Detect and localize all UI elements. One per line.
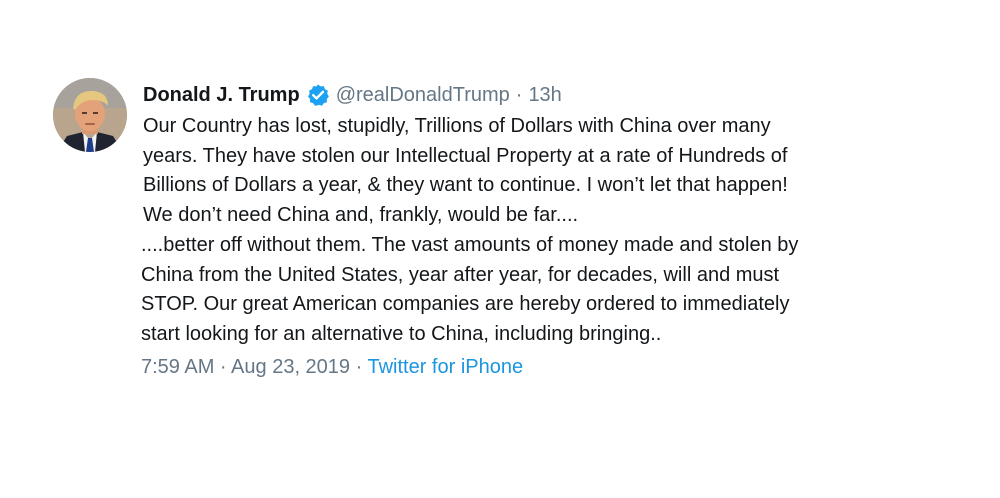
header-separator: · — [515, 83, 523, 106]
tweet-text-line: Our Country has lost, stupidly, Trillion… — [143, 115, 771, 137]
tweet-text-line: We don’t need China and, frankly, would … — [143, 203, 579, 226]
tweet-text-line: STOP. Our great American companies are h… — [141, 293, 790, 315]
tweet-text-line: start looking for an alternative to Chin… — [141, 322, 662, 345]
verified-badge-icon — [306, 83, 330, 107]
tweet-text-line: years. They have stolen our Intellectual… — [143, 144, 788, 167]
tweet-text-line: Billions of Dollars a year, & they want … — [143, 174, 788, 196]
author-name[interactable]: Donald J. Trump — [143, 84, 300, 107]
author-handle[interactable]: @realDonaldTrump — [336, 84, 510, 107]
tweet-content: Donald J. Trump @realDonaldTrump · 13h O… — [143, 80, 923, 230]
tweet-text-line: China from the United States, year after… — [141, 263, 780, 286]
avatar-image — [53, 78, 127, 152]
tweet-text-part1: Our Country has lost, stupidly, Trillion… — [143, 112, 923, 230]
tweet-header: Donald J. Trump @realDonaldTrump · 13h — [143, 80, 923, 110]
tweet-timestamp[interactable]: 7:59 AM · Aug 23, 2019 · — [141, 356, 367, 378]
tweet: Donald J. Trump @realDonaldTrump · 13h O… — [53, 78, 953, 230]
tweet-text-line: ....better off without them. The vast am… — [141, 234, 799, 256]
tweet-meta: 7:59 AM · Aug 23, 2019 · Twitter for iPh… — [141, 356, 523, 379]
avatar[interactable] — [53, 78, 127, 152]
relative-time[interactable]: 13h — [528, 84, 561, 107]
tweet-source-link[interactable]: Twitter for iPhone — [367, 356, 523, 378]
tweet-text-part2: ....better off without them. The vast am… — [141, 231, 931, 349]
